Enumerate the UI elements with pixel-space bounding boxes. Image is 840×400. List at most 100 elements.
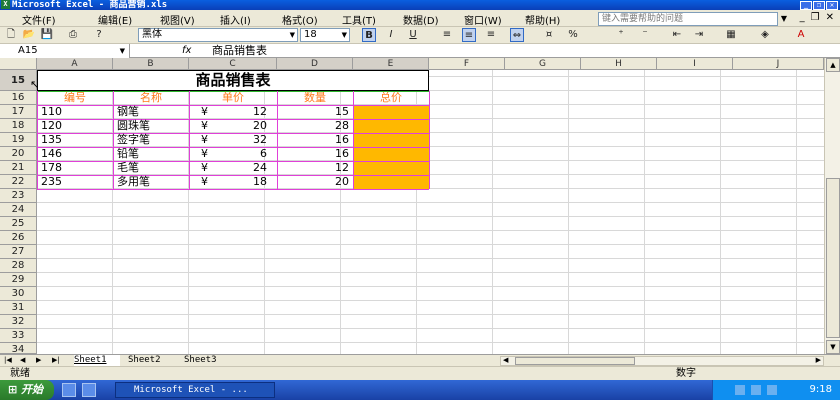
cell-name[interactable]: 铅笔 (117, 147, 187, 161)
header-cell-id[interactable]: 编号 (37, 91, 113, 105)
cell-qty[interactable]: 15 (281, 105, 349, 119)
formula-input[interactable]: 商品销售表 (212, 44, 267, 58)
scroll-up-icon[interactable]: ▲ (826, 58, 840, 72)
font-select[interactable]: 黑体 ▼ (138, 28, 298, 42)
row-header-31[interactable]: 31 (0, 301, 37, 315)
row-header-20[interactable]: 20 (0, 147, 37, 161)
cell-id[interactable]: 146 (41, 147, 111, 161)
underline-button[interactable]: U (406, 28, 420, 42)
tray-icon[interactable] (751, 385, 761, 395)
doc-close-icon[interactable]: ✕ (826, 12, 834, 23)
row-header-16[interactable]: 16 (0, 91, 37, 105)
row-header-25[interactable]: 25 (0, 217, 37, 231)
row-header-32[interactable]: 32 (0, 315, 37, 329)
column-header-c[interactable]: C (189, 58, 277, 70)
ie-quicklaunch-icon[interactable] (62, 383, 76, 397)
italic-button[interactable]: I (384, 28, 398, 42)
row-header-18[interactable]: 18 (0, 119, 37, 133)
header-cell-price[interactable]: 单价 (189, 91, 277, 105)
decrease-indent-icon[interactable]: ⇤ (670, 28, 684, 42)
first-sheet-icon[interactable]: |◀ (4, 356, 12, 364)
font-color-icon[interactable]: A (794, 28, 808, 42)
increase-decimal-icon[interactable]: ⁺ (614, 28, 628, 42)
cell-price[interactable]: 18 (215, 175, 267, 189)
borders-icon[interactable]: ▦ (724, 28, 738, 42)
cell-name[interactable]: 钢笔 (117, 105, 187, 119)
row-header-24[interactable]: 24 (0, 203, 37, 217)
header-cell-qty[interactable]: 数量 (277, 91, 353, 105)
header-cell-name[interactable]: 名称 (113, 91, 189, 105)
new-icon[interactable]: 🗋 (4, 28, 18, 42)
cell-qty[interactable]: 20 (281, 175, 349, 189)
menu-data[interactable]: 数据(D) (403, 12, 439, 27)
spreadsheet-grid[interactable]: A B C D E F G H I J 15 16 17 18 19 20 21… (0, 58, 824, 354)
sheet-tab-3[interactable]: Sheet3 (184, 355, 232, 366)
merge-center-icon[interactable]: ⇔ (510, 28, 524, 42)
row-header-27[interactable]: 27 (0, 245, 37, 259)
volume-icon[interactable] (767, 385, 777, 395)
decrease-decimal-icon[interactable]: ⁻ (638, 28, 652, 42)
open-icon[interactable]: 📂 (22, 28, 36, 42)
cell-price[interactable]: 12 (215, 105, 267, 119)
column-header-h[interactable]: H (581, 58, 657, 70)
cell-id[interactable]: 110 (41, 105, 111, 119)
row-header-21[interactable]: 21 (0, 161, 37, 175)
row-header-34[interactable]: 34 (0, 343, 37, 354)
row-header-22[interactable]: 22 (0, 175, 37, 189)
cell-id[interactable]: 235 (41, 175, 111, 189)
taskbar-excel-item[interactable]: Microsoft Excel - ... (115, 382, 275, 398)
column-header-d[interactable]: D (277, 58, 353, 70)
menu-format[interactable]: 格式(O) (282, 12, 318, 27)
cell-price[interactable]: 24 (215, 161, 267, 175)
sheet-title-cell[interactable]: 商品销售表 (37, 70, 429, 91)
increase-indent-icon[interactable]: ⇥ (692, 28, 706, 42)
horizontal-scrollbar[interactable]: ◀ ▶ (500, 356, 824, 366)
next-sheet-icon[interactable]: ▶ (36, 356, 41, 364)
row-header-33[interactable]: 33 (0, 329, 37, 343)
cell-id[interactable]: 120 (41, 119, 111, 133)
menu-tools[interactable]: 工具(T) (342, 12, 376, 27)
cell-price[interactable]: 6 (215, 147, 267, 161)
row-header-19[interactable]: 19 (0, 133, 37, 147)
column-header-i[interactable]: I (657, 58, 733, 70)
prev-sheet-icon[interactable]: ◀ (20, 356, 25, 364)
scroll-down-icon[interactable]: ▼ (826, 340, 840, 354)
fill-color-icon[interactable]: ◈ (758, 28, 772, 42)
help-icon[interactable]: ? (92, 28, 106, 42)
sheet-tab-2[interactable]: Sheet2 (128, 355, 176, 366)
menu-view[interactable]: 视图(V) (160, 12, 195, 27)
name-box[interactable]: A15 ▼ (0, 44, 130, 58)
scroll-left-icon[interactable]: ◀ (503, 356, 508, 364)
column-header-b[interactable]: B (113, 58, 189, 70)
desktop-quicklaunch-icon[interactable] (82, 383, 96, 397)
cell-price[interactable]: 20 (215, 119, 267, 133)
row-header-26[interactable]: 26 (0, 231, 37, 245)
cell-id[interactable]: 135 (41, 133, 111, 147)
cell-qty[interactable]: 16 (281, 133, 349, 147)
save-icon[interactable]: 💾 (40, 28, 54, 42)
column-header-a[interactable]: A (37, 58, 113, 70)
cell-price[interactable]: 32 (215, 133, 267, 147)
row-header-17[interactable]: 17 (0, 105, 37, 119)
cell-name[interactable]: 签字笔 (117, 133, 187, 147)
help-dropdown-icon[interactable]: ▼ (778, 12, 790, 26)
align-left-icon[interactable]: ≡ (440, 28, 454, 42)
column-header-e[interactable]: E (353, 58, 429, 70)
vertical-scrollbar[interactable]: ▲ ▼ (824, 58, 840, 354)
row-header-23[interactable]: 23 (0, 189, 37, 203)
fx-icon[interactable]: fx (182, 44, 191, 58)
bold-button[interactable]: B (362, 28, 376, 42)
header-cell-total[interactable]: 总价 (353, 91, 429, 105)
menu-file[interactable]: 文件(F) (22, 12, 56, 27)
sheet-tab-1[interactable]: Sheet1 (74, 355, 120, 366)
restore-icon[interactable]: ❐ (813, 1, 825, 10)
menu-edit[interactable]: 编辑(E) (98, 12, 132, 27)
column-header-g[interactable]: G (505, 58, 581, 70)
select-all-corner[interactable] (0, 58, 37, 70)
close-icon[interactable]: ✕ (826, 1, 838, 10)
column-header-j[interactable]: J (733, 58, 824, 70)
cell-qty[interactable]: 16 (281, 147, 349, 161)
horizontal-scroll-thumb[interactable] (515, 357, 635, 365)
cell-qty[interactable]: 28 (281, 119, 349, 133)
cell-name[interactable]: 多用笔 (117, 175, 187, 189)
